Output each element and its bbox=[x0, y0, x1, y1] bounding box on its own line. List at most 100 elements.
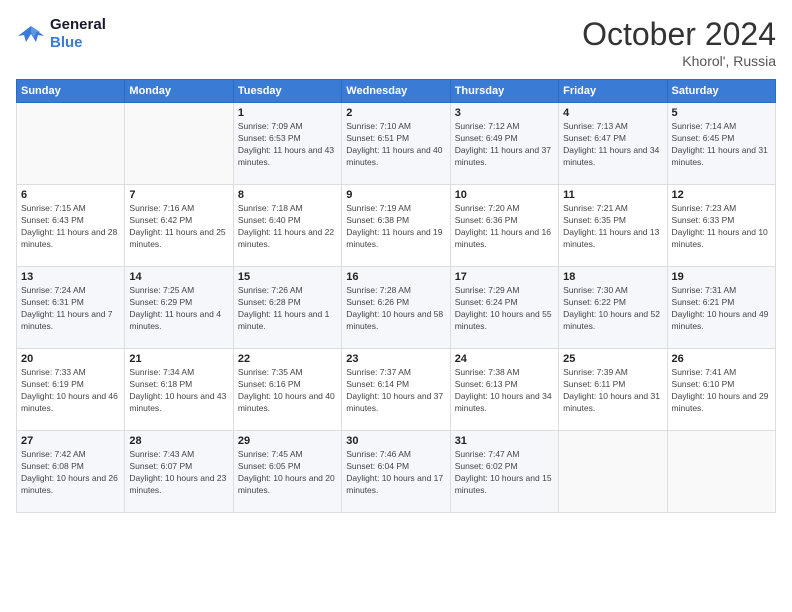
weekday-header-cell: Wednesday bbox=[342, 80, 450, 103]
day-info: Sunrise: 7:46 AM Sunset: 6:04 PM Dayligh… bbox=[346, 449, 445, 497]
day-info: Sunrise: 7:29 AM Sunset: 6:24 PM Dayligh… bbox=[455, 285, 554, 333]
calendar-day-cell bbox=[667, 431, 775, 513]
calendar-day-cell: 1 Sunrise: 7:09 AM Sunset: 6:53 PM Daylig… bbox=[233, 103, 341, 185]
day-info: Sunrise: 7:16 AM Sunset: 6:42 PM Dayligh… bbox=[129, 203, 228, 251]
day-info: Sunrise: 7:41 AM Sunset: 6:10 PM Dayligh… bbox=[672, 367, 771, 415]
day-number: 29 bbox=[238, 435, 337, 447]
day-number: 26 bbox=[672, 353, 771, 365]
day-number: 2 bbox=[346, 107, 445, 119]
calendar-day-cell: 28Sunrise: 7:43 AM Sunset: 6:07 PM Dayli… bbox=[125, 431, 233, 513]
calendar-week-row: 20 Sunrise: 7:33 AM Sunset: 6:19 PM Dayli… bbox=[17, 349, 776, 431]
day-info: Sunrise: 7:10 AM Sunset: 6:51 PM Dayligh… bbox=[346, 121, 445, 169]
weekday-header-cell: Saturday bbox=[667, 80, 775, 103]
calendar-day-cell: 8 Sunrise: 7:18 AM Sunset: 6:40 PM Daylig… bbox=[233, 185, 341, 267]
calendar-day-cell: 15Sunrise: 7:26 AM Sunset: 6:28 PM Dayli… bbox=[233, 267, 341, 349]
header: General Blue October 2024 Khorol', Russi… bbox=[16, 16, 776, 69]
day-number: 9 bbox=[346, 189, 445, 201]
calendar-week-row: 13Sunrise: 7:24 AM Sunset: 6:31 PM Dayli… bbox=[17, 267, 776, 349]
calendar-day-cell: 20 Sunrise: 7:33 AM Sunset: 6:19 PM Dayli… bbox=[17, 349, 125, 431]
day-number: 3 bbox=[455, 107, 554, 119]
calendar-subtitle: Khorol', Russia bbox=[582, 53, 776, 69]
day-info: Sunrise: 7:31 AM Sunset: 6:21 PM Dayligh… bbox=[672, 285, 771, 333]
calendar-day-cell: 3 Sunrise: 7:12 AM Sunset: 6:49 PM Daylig… bbox=[450, 103, 558, 185]
calendar-day-cell: 26 Sunrise: 7:41 AM Sunset: 6:10 PM Dayli… bbox=[667, 349, 775, 431]
day-info: Sunrise: 7:19 AM Sunset: 6:38 PM Dayligh… bbox=[346, 203, 445, 251]
day-number: 28 bbox=[129, 435, 228, 447]
day-info: Sunrise: 7:34 AM Sunset: 6:18 PM Dayligh… bbox=[129, 367, 228, 415]
day-info: Sunrise: 7:21 AM Sunset: 6:35 PM Dayligh… bbox=[563, 203, 662, 251]
day-number: 6 bbox=[21, 189, 120, 201]
day-info: Sunrise: 7:25 AM Sunset: 6:29 PM Dayligh… bbox=[129, 285, 228, 333]
day-info: Sunrise: 7:09 AM Sunset: 6:53 PM Dayligh… bbox=[238, 121, 337, 169]
day-info: Sunrise: 7:23 AM Sunset: 6:33 PM Dayligh… bbox=[672, 203, 771, 251]
calendar-day-cell: 11 Sunrise: 7:21 AM Sunset: 6:35 PM Dayli… bbox=[559, 185, 667, 267]
day-number: 12 bbox=[672, 189, 771, 201]
calendar-title: October 2024 bbox=[582, 16, 776, 53]
day-number: 7 bbox=[129, 189, 228, 201]
calendar-day-cell: 30 Sunrise: 7:46 AM Sunset: 6:04 PM Dayli… bbox=[342, 431, 450, 513]
calendar-day-cell: 9 Sunrise: 7:19 AM Sunset: 6:38 PM Daylig… bbox=[342, 185, 450, 267]
calendar-day-cell: 29 Sunrise: 7:45 AM Sunset: 6:05 PM Dayli… bbox=[233, 431, 341, 513]
calendar-day-cell: 19 Sunrise: 7:31 AM Sunset: 6:21 PM Dayli… bbox=[667, 267, 775, 349]
day-number: 14 bbox=[129, 271, 228, 283]
day-info: Sunrise: 7:30 AM Sunset: 6:22 PM Dayligh… bbox=[563, 285, 662, 333]
calendar-day-cell: 24 Sunrise: 7:38 AM Sunset: 6:13 PM Dayli… bbox=[450, 349, 558, 431]
day-number: 18 bbox=[563, 271, 662, 283]
weekday-header-cell: Tuesday bbox=[233, 80, 341, 103]
weekday-header-cell: Thursday bbox=[450, 80, 558, 103]
day-number: 1 bbox=[238, 107, 337, 119]
day-info: Sunrise: 7:47 AM Sunset: 6:02 PM Dayligh… bbox=[455, 449, 554, 497]
day-number: 21 bbox=[129, 353, 228, 365]
day-number: 8 bbox=[238, 189, 337, 201]
calendar-day-cell: 21 Sunrise: 7:34 AM Sunset: 6:18 PM Dayli… bbox=[125, 349, 233, 431]
day-number: 20 bbox=[21, 353, 120, 365]
day-info: Sunrise: 7:18 AM Sunset: 6:40 PM Dayligh… bbox=[238, 203, 337, 251]
calendar-page: General Blue October 2024 Khorol', Russi… bbox=[0, 0, 792, 612]
day-info: Sunrise: 7:45 AM Sunset: 6:05 PM Dayligh… bbox=[238, 449, 337, 497]
day-number: 23 bbox=[346, 353, 445, 365]
day-info: Sunrise: 7:33 AM Sunset: 6:19 PM Dayligh… bbox=[21, 367, 120, 415]
day-number: 13 bbox=[21, 271, 120, 283]
calendar-day-cell: 7 Sunrise: 7:16 AM Sunset: 6:42 PM Daylig… bbox=[125, 185, 233, 267]
calendar-day-cell: 14 Sunrise: 7:25 AM Sunset: 6:29 PM Dayli… bbox=[125, 267, 233, 349]
day-number: 25 bbox=[563, 353, 662, 365]
calendar-day-cell: 22Sunrise: 7:35 AM Sunset: 6:16 PM Dayli… bbox=[233, 349, 341, 431]
calendar-day-cell bbox=[17, 103, 125, 185]
day-number: 24 bbox=[455, 353, 554, 365]
calendar-day-cell bbox=[125, 103, 233, 185]
day-number: 27 bbox=[21, 435, 120, 447]
day-number: 31 bbox=[455, 435, 554, 447]
day-info: Sunrise: 7:28 AM Sunset: 6:26 PM Dayligh… bbox=[346, 285, 445, 333]
calendar-week-row: 27 Sunrise: 7:42 AM Sunset: 6:08 PM Dayli… bbox=[17, 431, 776, 513]
logo-icon bbox=[16, 22, 46, 46]
weekday-header-cell: Friday bbox=[559, 80, 667, 103]
calendar-day-cell: 10 Sunrise: 7:20 AM Sunset: 6:36 PM Dayli… bbox=[450, 185, 558, 267]
calendar-day-cell: 12 Sunrise: 7:23 AM Sunset: 6:33 PM Dayli… bbox=[667, 185, 775, 267]
calendar-day-cell: 4Sunrise: 7:13 AM Sunset: 6:47 PM Daylig… bbox=[559, 103, 667, 185]
day-number: 4 bbox=[563, 107, 662, 119]
calendar-day-cell: 6 Sunrise: 7:15 AM Sunset: 6:43 PM Daylig… bbox=[17, 185, 125, 267]
day-info: Sunrise: 7:42 AM Sunset: 6:08 PM Dayligh… bbox=[21, 449, 120, 497]
day-info: Sunrise: 7:20 AM Sunset: 6:36 PM Dayligh… bbox=[455, 203, 554, 251]
day-number: 22 bbox=[238, 353, 337, 365]
weekday-header-cell: Monday bbox=[125, 80, 233, 103]
calendar-day-cell bbox=[559, 431, 667, 513]
calendar-day-cell: 13Sunrise: 7:24 AM Sunset: 6:31 PM Dayli… bbox=[17, 267, 125, 349]
day-info: Sunrise: 7:38 AM Sunset: 6:13 PM Dayligh… bbox=[455, 367, 554, 415]
logo-text: General Blue bbox=[50, 16, 106, 52]
weekday-header-row: SundayMondayTuesdayWednesdayThursdayFrid… bbox=[17, 80, 776, 103]
calendar-day-cell: 17Sunrise: 7:29 AM Sunset: 6:24 PM Dayli… bbox=[450, 267, 558, 349]
calendar-day-cell: 31 Sunrise: 7:47 AM Sunset: 6:02 PM Dayli… bbox=[450, 431, 558, 513]
day-number: 19 bbox=[672, 271, 771, 283]
calendar-table: SundayMondayTuesdayWednesdayThursdayFrid… bbox=[16, 79, 776, 513]
calendar-day-cell: 16Sunrise: 7:28 AM Sunset: 6:26 PM Dayli… bbox=[342, 267, 450, 349]
calendar-day-cell: 25 Sunrise: 7:39 AM Sunset: 6:11 PM Dayli… bbox=[559, 349, 667, 431]
day-info: Sunrise: 7:12 AM Sunset: 6:49 PM Dayligh… bbox=[455, 121, 554, 169]
logo: General Blue bbox=[16, 16, 106, 52]
day-info: Sunrise: 7:39 AM Sunset: 6:11 PM Dayligh… bbox=[563, 367, 662, 415]
day-number: 10 bbox=[455, 189, 554, 201]
day-number: 11 bbox=[563, 189, 662, 201]
day-number: 30 bbox=[346, 435, 445, 447]
day-info: Sunrise: 7:15 AM Sunset: 6:43 PM Dayligh… bbox=[21, 203, 120, 251]
calendar-day-cell: 2 Sunrise: 7:10 AM Sunset: 6:51 PM Daylig… bbox=[342, 103, 450, 185]
